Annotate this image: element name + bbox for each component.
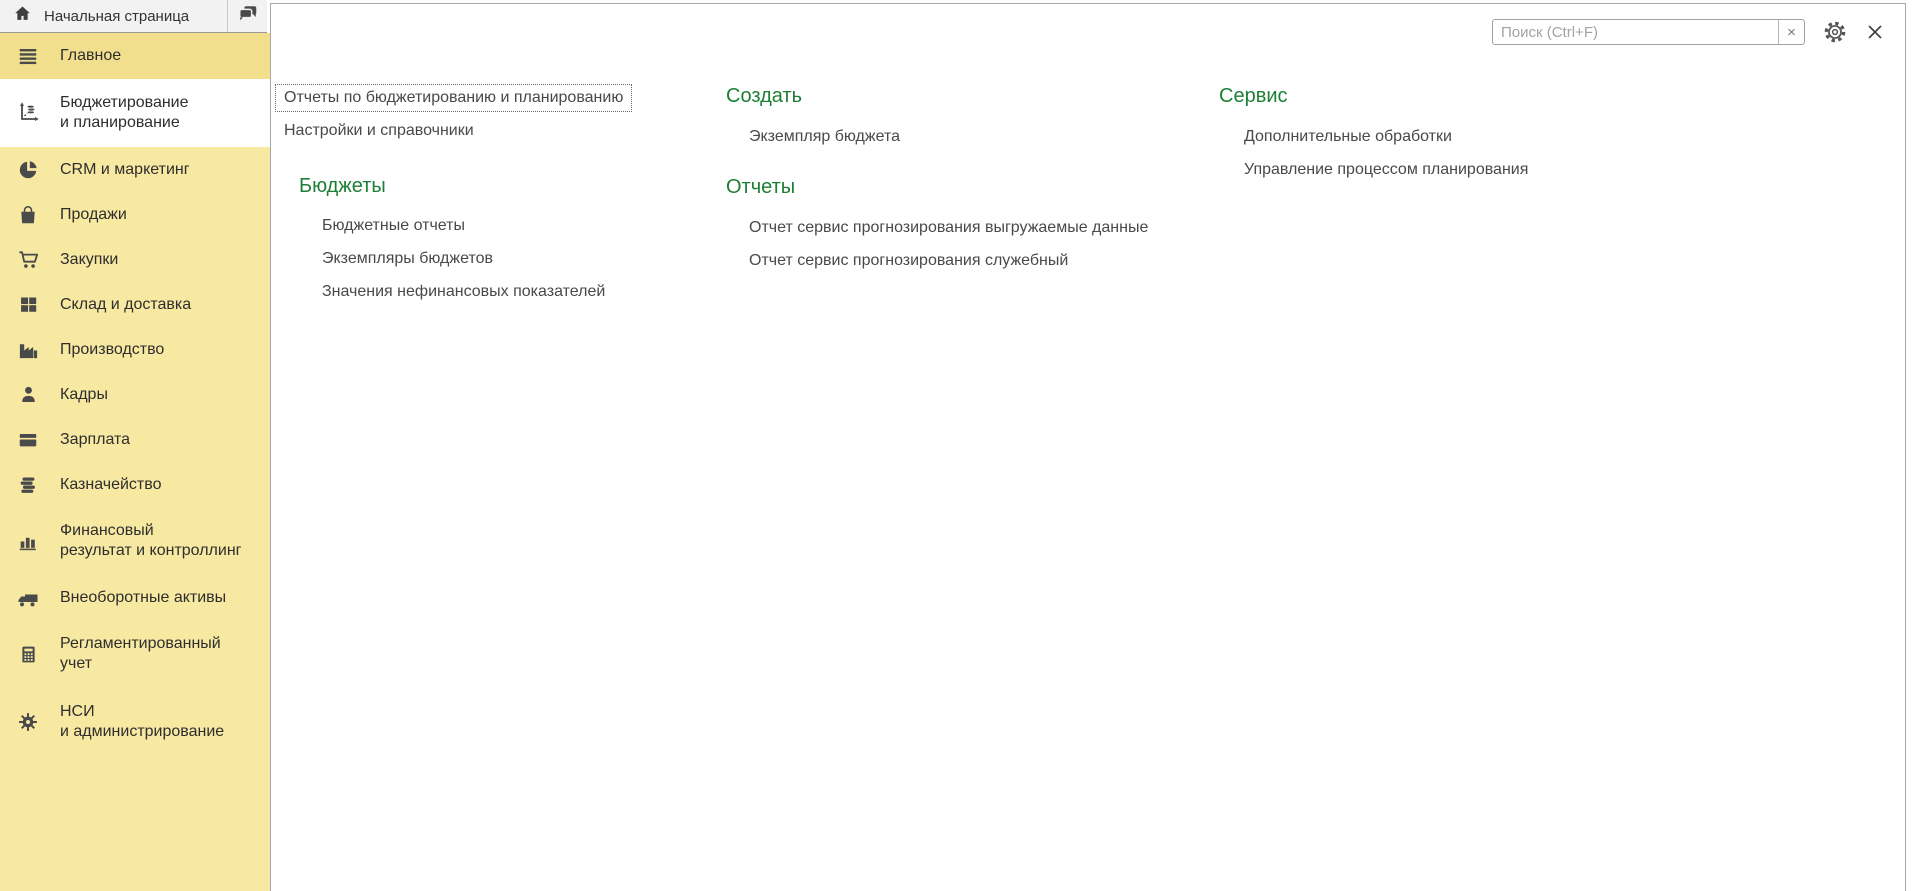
sidebar-item-sales[interactable]: Продажи (0, 192, 270, 237)
warehouse-grid-icon (15, 294, 41, 315)
sidebar-item-main[interactable]: Главное (0, 33, 270, 79)
top-bar: Начальная страница (0, 0, 267, 33)
group-title-reports: Отчеты (726, 175, 1148, 199)
search-clear-button[interactable]: × (1778, 20, 1804, 44)
panel-toolbar: × (1492, 19, 1885, 45)
person-icon (15, 384, 41, 405)
chat-icon (237, 3, 259, 30)
sidebar-item-label: Склад и доставка (60, 295, 191, 315)
menu-icon (15, 45, 41, 67)
card-icon (15, 429, 41, 451)
sidebar-item-finresult[interactable]: Финансовый результат и контроллинг (0, 507, 270, 575)
link-planning-process-management[interactable]: Управление процессом планирования (1244, 153, 1528, 186)
sidebar-item-label: Внеоборотные активы (60, 588, 226, 608)
cart-icon (15, 248, 41, 271)
link-budget-instances[interactable]: Экземпляры бюджетов (322, 242, 632, 275)
settings-gear-button[interactable] (1822, 19, 1848, 45)
link-additional-processors[interactable]: Дополнительные обработки (1244, 120, 1528, 153)
link-forecast-export-report[interactable]: Отчет сервис прогнозирования выгружаемые… (749, 211, 1148, 244)
group-service-items: Дополнительные обработки Управление проц… (1244, 120, 1528, 186)
sidebar-item-crm[interactable]: CRM и маркетинг (0, 147, 270, 192)
close-icon (1865, 22, 1885, 42)
sidebar-item-treasury[interactable]: Казначейство (0, 462, 270, 507)
sidebar-item-assets[interactable]: Внеоборотные активы (0, 575, 270, 620)
group-title-service: Сервис (1219, 84, 1528, 108)
shopping-bag-icon (15, 204, 41, 226)
home-tab[interactable]: Начальная страница (0, 0, 228, 32)
sidebar-item-label: Кадры (60, 385, 108, 405)
group-title-budgets: Бюджеты (299, 174, 632, 198)
group-reports-items: Отчет сервис прогнозирования выгружаемые… (749, 211, 1148, 277)
sidebar-item-purchases[interactable]: Закупки (0, 237, 270, 282)
sidebar-item-label: Закупки (60, 250, 118, 270)
sidebar-item-warehouse[interactable]: Склад и доставка (0, 282, 270, 327)
function-panel: × Отчеты по бюджетированию и планировани… (270, 3, 1906, 891)
sidebar-item-label: Казначейство (60, 475, 161, 495)
panel-column-3: Сервис Дополнительные обработки Управлен… (1219, 84, 1528, 186)
sidebar-item-label: Производство (60, 340, 164, 360)
sidebar-item-label: Бюджетирование и планирование (60, 93, 189, 133)
search-box: × (1492, 19, 1805, 45)
link-budgeting-reports[interactable]: Отчеты по бюджетированию и планированию (275, 84, 632, 112)
pie-chart-icon (15, 159, 41, 181)
sidebar-item-label: Продажи (60, 205, 127, 225)
home-tab-label: Начальная страница (44, 8, 189, 25)
sidebar-item-label: Финансовый результат и контроллинг (60, 521, 242, 561)
group-create-items: Экземпляр бюджета (749, 120, 1148, 153)
sidebar-item-hr[interactable]: Кадры (0, 372, 270, 417)
group-budgets-items: Бюджетные отчеты Экземпляры бюджетов Зна… (322, 209, 632, 308)
link-settings-references[interactable]: Настройки и справочники (284, 121, 632, 141)
gear-icon (15, 711, 41, 733)
bar-chart-icon (15, 530, 41, 552)
panel-column-1: Отчеты по бюджетированию и планированию … (275, 84, 632, 308)
sidebar: Главное Бюджетирование и планирование CR… (0, 33, 270, 891)
sidebar-item-regulated[interactable]: Регламентированный учет (0, 620, 270, 688)
chat-tab[interactable] (228, 0, 267, 32)
sidebar-item-salary[interactable]: Зарплата (0, 417, 270, 462)
sidebar-item-budgeting[interactable]: Бюджетирование и планирование (0, 79, 270, 147)
sidebar-item-label: Главное (60, 46, 121, 66)
link-forecast-service-report[interactable]: Отчет сервис прогнозирования служебный (749, 244, 1148, 277)
sidebar-item-label: CRM и маркетинг (60, 160, 190, 180)
home-icon (13, 4, 32, 28)
link-budget-instance-new[interactable]: Экземпляр бюджета (749, 120, 1148, 153)
factory-icon (15, 338, 41, 361)
truck-icon (15, 586, 41, 610)
calculator-icon (15, 644, 41, 665)
sidebar-item-nsi-admin[interactable]: НСИ и администрирование (0, 688, 270, 756)
link-budget-reports[interactable]: Бюджетные отчеты (322, 209, 632, 242)
budgeting-chart-icon (15, 101, 41, 125)
link-nonfinancial-indicators[interactable]: Значения нефинансовых показателей (322, 275, 632, 308)
search-input[interactable] (1493, 20, 1778, 44)
sidebar-item-label: Регламентированный учет (60, 634, 221, 674)
sidebar-item-production[interactable]: Производство (0, 327, 270, 372)
sidebar-item-label: НСИ и администрирование (60, 702, 224, 742)
sidebar-item-label: Зарплата (60, 430, 130, 450)
coins-icon (15, 474, 41, 496)
panel-column-2: Создать Экземпляр бюджета Отчеты Отчет с… (726, 84, 1148, 277)
close-panel-button[interactable] (1865, 22, 1885, 42)
group-title-create: Создать (726, 84, 1148, 108)
gear-icon (1822, 19, 1848, 45)
